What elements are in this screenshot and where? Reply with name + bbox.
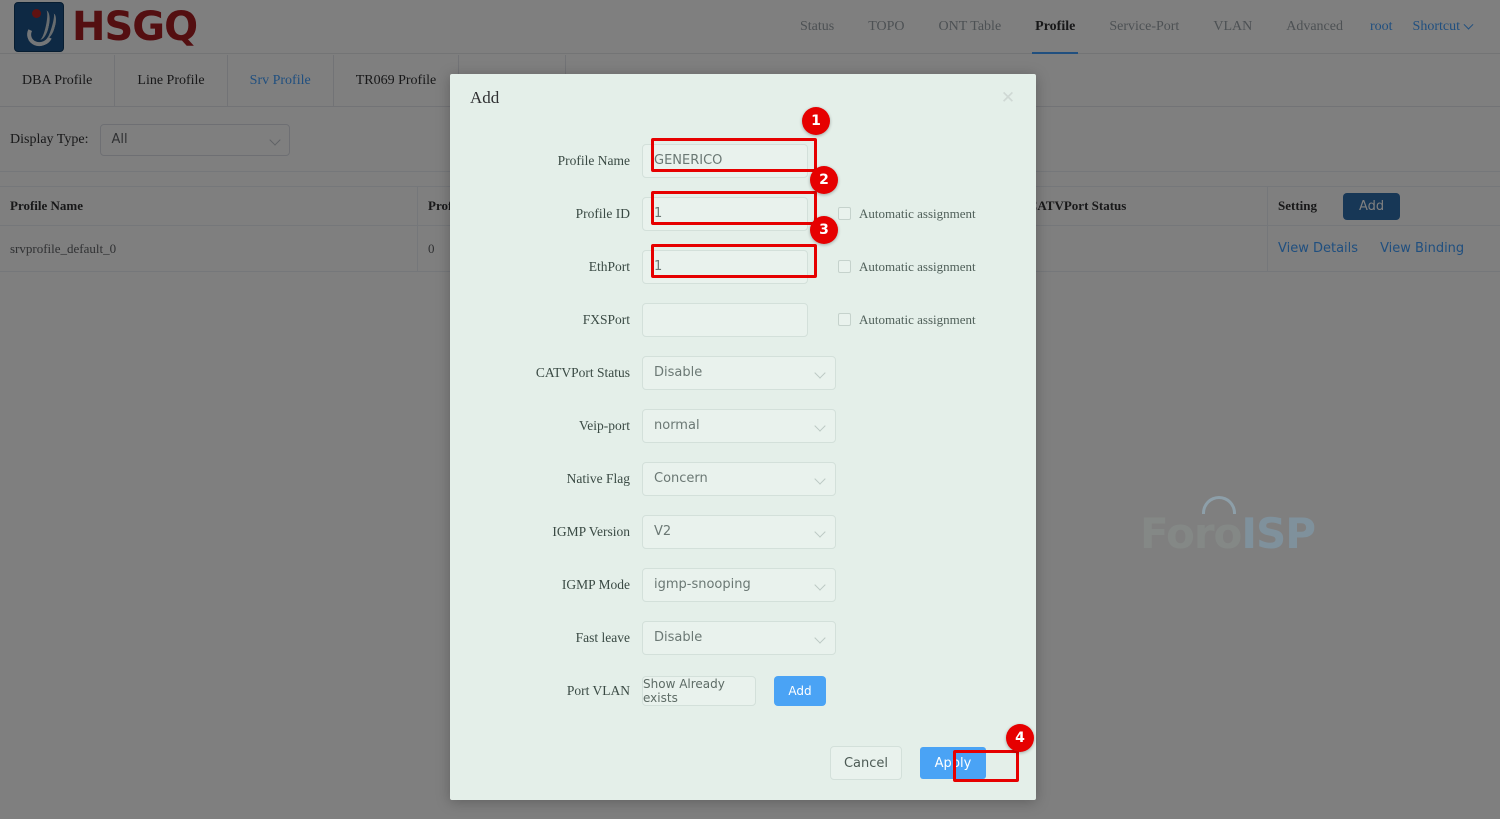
catvport-status-value: Disable	[654, 365, 703, 380]
native-flag-select[interactable]: Concern	[642, 461, 836, 496]
fxsport-input[interactable]	[642, 302, 808, 337]
profile-id-auto-checkbox[interactable]: Automatic assignment	[838, 206, 976, 222]
annotation-badge-2: 2	[810, 166, 838, 194]
field-row-veip-port: Veip-port normal	[450, 399, 1036, 452]
native-flag-value: Concern	[654, 471, 708, 486]
profile-id-label: Profile ID	[575, 205, 630, 221]
catvport-status-select[interactable]: Disable	[642, 355, 836, 390]
chevron-down-icon	[814, 578, 826, 591]
annotation-badge-4: 4	[1006, 724, 1034, 752]
fxsport-label: FXSPort	[582, 311, 630, 327]
veip-port-select[interactable]: normal	[642, 408, 836, 443]
annotation-badge-1: 1	[802, 107, 830, 135]
fast-leave-select[interactable]: Disable	[642, 620, 836, 655]
dialog-footer: Cancel Apply	[450, 746, 1036, 780]
fxsport-auto-label: Automatic assignment	[859, 311, 976, 327]
field-row-igmp-mode: IGMP Mode igmp-snooping	[450, 558, 1036, 611]
fxsport-auto-checkbox[interactable]: Automatic assignment	[838, 312, 976, 328]
port-vlan-label: Port VLAN	[566, 682, 630, 698]
field-row-native-flag: Native Flag Concern	[450, 452, 1036, 505]
annotation-badge-3: 3	[810, 216, 838, 244]
chevron-down-icon	[814, 366, 826, 379]
checkbox-icon[interactable]	[838, 260, 851, 273]
chevron-down-icon	[814, 525, 826, 538]
dialog-title: Add	[470, 88, 500, 107]
native-flag-label: Native Flag	[566, 470, 630, 486]
field-row-port-vlan: Port VLAN Show Already exists Add	[450, 664, 1036, 717]
field-row-fxsport: FXSPort Automatic assignment	[450, 293, 1036, 346]
ethport-label: EthPort	[588, 258, 630, 274]
ethport-auto-checkbox[interactable]: Automatic assignment	[838, 259, 976, 275]
dialog-body: ForoISP Profile Name GENERICO Profile ID…	[450, 124, 1316, 717]
veip-port-label: Veip-port	[579, 417, 630, 433]
igmp-mode-select[interactable]: igmp-snooping	[642, 567, 836, 602]
profile-name-input[interactable]: GENERICO	[642, 143, 808, 178]
close-icon[interactable]: ✕	[998, 88, 1018, 108]
dialog-header: Add ✕	[450, 74, 1036, 124]
igmp-version-value: V2	[654, 524, 672, 539]
chevron-down-icon	[814, 472, 826, 485]
catvport-status-label: CATVPort Status	[535, 364, 630, 380]
add-srv-profile-dialog: Add ✕ ForoISP Profile Name GENERICO Prof…	[450, 74, 1316, 800]
checkbox-icon[interactable]	[838, 313, 851, 326]
field-row-ethport: EthPort 1 Automatic assignment	[450, 240, 1036, 293]
veip-port-value: normal	[654, 418, 700, 433]
igmp-version-label: IGMP Version	[552, 523, 630, 539]
checkbox-icon[interactable]	[838, 207, 851, 220]
igmp-mode-value: igmp-snooping	[654, 577, 751, 592]
ethport-input[interactable]: 1	[642, 249, 808, 284]
chevron-down-icon	[814, 419, 826, 432]
field-row-fast-leave: Fast leave Disable	[450, 611, 1036, 664]
profile-id-input[interactable]: 1	[642, 196, 808, 231]
field-row-profile-name: Profile Name GENERICO	[450, 134, 1036, 187]
field-row-profile-id: Profile ID 1 Automatic assignment	[450, 187, 1036, 240]
igmp-mode-label: IGMP Mode	[561, 576, 630, 592]
fast-leave-value: Disable	[654, 630, 703, 645]
chevron-down-icon	[814, 631, 826, 644]
profile-name-label: Profile Name	[557, 152, 630, 168]
profile-id-auto-label: Automatic assignment	[859, 205, 976, 221]
ethport-auto-label: Automatic assignment	[859, 258, 976, 274]
field-row-catvport-status: CATVPort Status Disable	[450, 346, 1036, 399]
port-vlan-show-existing-button[interactable]: Show Already exists	[642, 675, 756, 706]
igmp-version-select[interactable]: V2	[642, 514, 836, 549]
fast-leave-label: Fast leave	[575, 629, 630, 645]
field-row-igmp-version: IGMP Version V2	[450, 505, 1036, 558]
port-vlan-add-button[interactable]: Add	[774, 675, 826, 706]
cancel-button[interactable]: Cancel	[830, 746, 902, 780]
apply-button[interactable]: Apply	[920, 747, 986, 779]
